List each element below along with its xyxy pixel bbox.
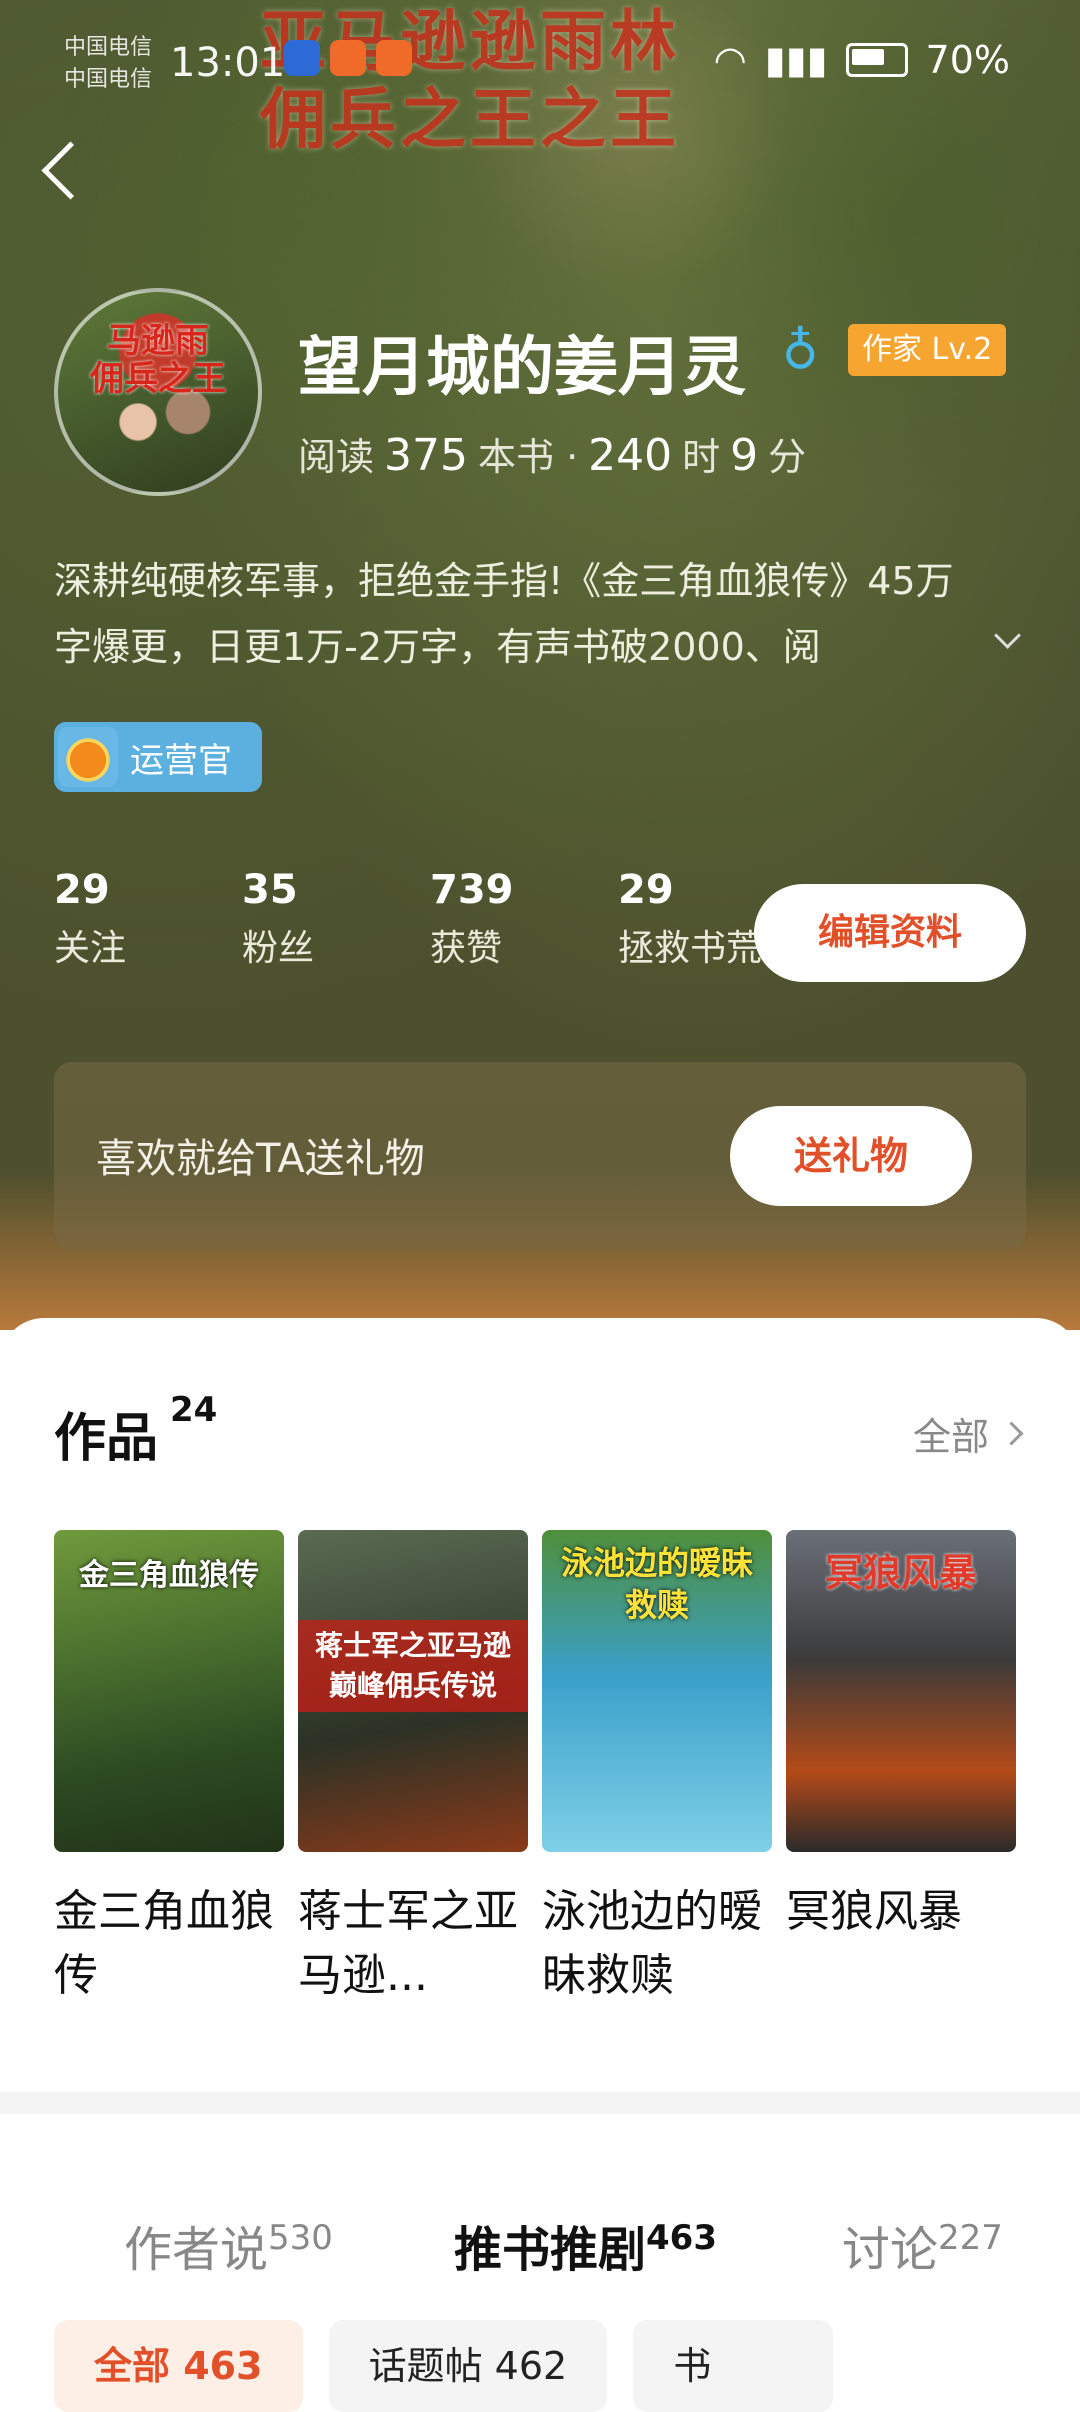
book-name[interactable]: 冥狼风暴 xyxy=(786,1880,1016,1944)
avatar-text-line1: 马逊雨 xyxy=(107,321,209,361)
stat-label: 获赞 xyxy=(430,928,503,969)
book-cover[interactable]: 泳池边的暧昧救赎 xyxy=(542,1530,772,1852)
chip-topic-posts[interactable]: 话题帖 462 xyxy=(328,2320,608,2412)
read-books-count: 375 xyxy=(384,430,468,481)
book-name[interactable]: 蒋士军之亚马逊... xyxy=(298,1880,528,2008)
wifi-icon: ◠ xyxy=(713,38,747,82)
gift-panel: 喜欢就给TA送礼物 送礼物 xyxy=(54,1062,1026,1250)
tab-author-says[interactable]: 作者说530 xyxy=(124,2210,333,2280)
book-cover[interactable]: 金三角血狼传 xyxy=(54,1530,284,1852)
feed-tabs: 作者说530 推书推剧463 讨论227 xyxy=(0,2210,1080,2300)
stat-label: 粉丝 xyxy=(242,928,315,969)
tab-count: 530 xyxy=(268,2218,333,2258)
read-minutes: 9 xyxy=(730,430,759,481)
shield-icon xyxy=(284,40,320,76)
stat-following[interactable]: 29 关注 xyxy=(54,864,242,982)
avatar-text-line2: 佣兵之王 xyxy=(90,359,226,399)
crown-icon xyxy=(58,727,118,787)
status-time: 13:01 xyxy=(170,40,286,86)
bio-line1: 深耕纯硬核军事，拒绝金手指!《金三角血狼传》45万 xyxy=(54,559,954,603)
status-bar: 中国电信 中国电信 13:01 ◠ ▮▮▮ 70% xyxy=(0,0,1080,120)
signal-icon: ▮▮▮ xyxy=(764,38,828,82)
status-right: ◠ ▮▮▮ 70% xyxy=(714,38,1010,82)
battery-icon xyxy=(845,43,908,77)
read-prefix: 阅读 xyxy=(298,435,375,479)
app-notification-icon xyxy=(330,40,366,76)
avatar-text: 马逊雨 佣兵之王 xyxy=(58,322,258,398)
filter-chips: 全部 463 话题帖 462 书 xyxy=(54,2320,834,2412)
app-notification-icon xyxy=(376,40,412,76)
read-hours-unit: 时 xyxy=(682,435,721,479)
carrier-1: 中国电信 xyxy=(64,35,153,60)
book-cover-title: 泳池边的暧昧救赎 xyxy=(560,1544,753,1624)
profile-header: 亚马逊逊雨林 佣兵之王之王 中国电信 中国电信 13:01 ◠ ▮▮▮ 70% … xyxy=(0,0,1080,1330)
tab-recommend[interactable]: 推书推剧463 xyxy=(454,2210,717,2280)
see-all-works-link[interactable]: 全部 xyxy=(912,1406,1024,1461)
ring-icon[interactable]: ♁ xyxy=(782,322,819,380)
tab-count: 227 xyxy=(938,2218,1003,2258)
stat-value: 739 xyxy=(430,867,514,913)
works-list: 金三角血狼传 金三角血狼传 蒋士军之亚马逊巅峰佣兵传说 蒋士军之亚马逊... 泳… xyxy=(54,1530,1016,2008)
tab-label: 推书推剧 xyxy=(454,2222,647,2278)
profile-stats: 29 关注 35 粉丝 739 获赞 29 拯救书荒 xyxy=(54,864,806,982)
stat-likes[interactable]: 739 获赞 xyxy=(430,864,618,982)
battery-percent: 70% xyxy=(925,38,1010,82)
tab-discussion[interactable]: 讨论227 xyxy=(842,2210,1003,2280)
book-cover[interactable]: 冥狼风暴 xyxy=(786,1530,1016,1852)
content-panel: 作品 24 全部 金三角血狼传 金三角血狼传 蒋士军之亚马逊巅峰佣兵传说 蒋士军… xyxy=(0,1318,1080,2412)
status-notification-icons xyxy=(284,40,412,76)
read-minutes-unit: 分 xyxy=(768,435,807,479)
bio[interactable]: 深耕纯硬核军事，拒绝金手指!《金三角血狼传》45万 字爆更，日更1万-2万字，有… xyxy=(54,548,1014,680)
book-item[interactable]: 金三角血狼传 金三角血狼传 xyxy=(54,1530,284,2008)
send-gift-button[interactable]: 送礼物 xyxy=(730,1106,972,1206)
book-item[interactable]: 泳池边的暧昧救赎 泳池边的暧昧救赎 xyxy=(542,1530,772,2008)
stat-value: 29 xyxy=(54,867,110,913)
see-all-label: 全部 xyxy=(912,1415,989,1459)
ops-badge-label: 运营官 xyxy=(130,740,232,781)
book-item[interactable]: 蒋士军之亚马逊巅峰佣兵传说 蒋士军之亚马逊... xyxy=(298,1530,528,2008)
avatar[interactable]: 马逊雨 佣兵之王 xyxy=(54,288,262,496)
book-cover[interactable]: 蒋士军之亚马逊巅峰佣兵传说 xyxy=(298,1530,528,1852)
tab-label: 讨论 xyxy=(842,2222,939,2278)
carrier-2: 中国电信 xyxy=(64,67,153,92)
book-cover-title: 冥狼风暴 xyxy=(824,1550,977,1595)
book-name[interactable]: 金三角血狼传 xyxy=(54,1880,284,2008)
read-books-unit: 本书 · xyxy=(478,435,579,479)
read-hours: 240 xyxy=(588,430,673,481)
book-name[interactable]: 泳池边的暧昧救赎 xyxy=(542,1880,772,2008)
chip-all[interactable]: 全部 463 xyxy=(54,2320,303,2412)
reading-stats: 阅读 375 本书 · 240 时 9 分 xyxy=(298,426,806,481)
bio-line2: 字爆更，日更1万-2万字，有声书破2000、阅 xyxy=(54,625,821,669)
works-title: 作品 xyxy=(54,1409,159,1469)
stat-label: 关注 xyxy=(54,928,127,969)
tab-count: 463 xyxy=(646,2218,717,2258)
works-count: 24 xyxy=(170,1390,218,1430)
carrier-labels: 中国电信 中国电信 xyxy=(64,32,152,96)
chip-books[interactable]: 书 xyxy=(633,2320,834,2412)
book-cover-title: 金三角血狼传 xyxy=(79,1558,259,1593)
chevron-right-icon xyxy=(999,1421,1024,1446)
stat-value: 35 xyxy=(242,867,298,913)
section-divider xyxy=(0,2092,1080,2114)
ops-badge[interactable]: 运营官 xyxy=(54,722,262,792)
username: 望月城的姜月灵 xyxy=(298,331,746,405)
edit-profile-button[interactable]: 编辑资料 xyxy=(754,884,1026,982)
book-cover-title: 蒋士军之亚马逊巅峰佣兵传说 xyxy=(298,1620,528,1712)
stat-followers[interactable]: 35 粉丝 xyxy=(242,864,430,982)
level-badge[interactable]: 作家 Lv.2 xyxy=(848,324,1007,376)
book-item[interactable]: 冥狼风暴 冥狼风暴 xyxy=(786,1530,1016,2008)
gift-text: 喜欢就给TA送礼物 xyxy=(96,1136,425,1182)
tab-label: 作者说 xyxy=(124,2222,269,2278)
